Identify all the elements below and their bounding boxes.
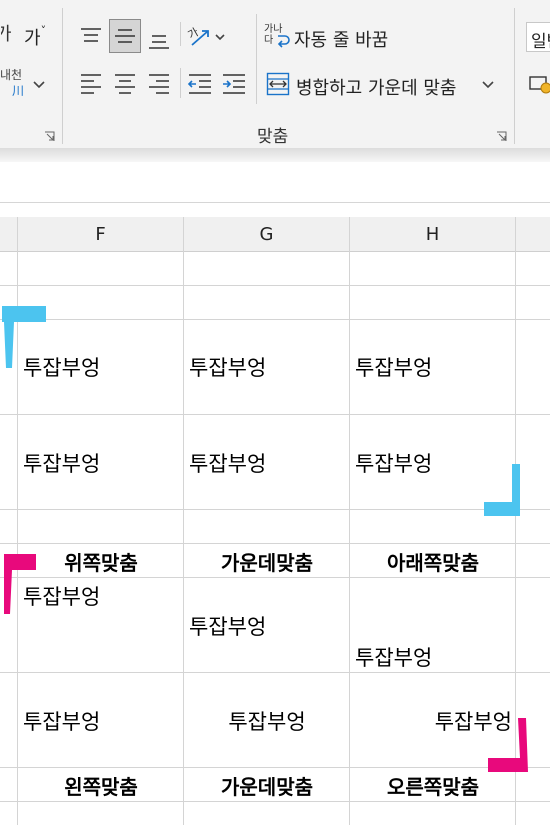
align-bottom-button[interactable] (144, 24, 174, 56)
cell-f-left-align-label[interactable]: 왼쪽맞춤 (18, 771, 184, 800)
grid-line (0, 767, 550, 768)
svg-text:가: 가 (1, 24, 12, 45)
grid-line (0, 801, 550, 802)
column-header-bar: F G H (0, 217, 550, 252)
align-middle-icon (115, 29, 135, 43)
grid-line (349, 251, 350, 825)
cell-h-bottom-aligned[interactable]: 투잡부엉 (355, 642, 432, 672)
ribbon-shadow (0, 148, 550, 162)
cell-g-middle-align-label[interactable]: 가운데맞춤 (184, 547, 350, 576)
cell-g-row2[interactable]: 투잡부엉 (189, 448, 266, 478)
formula-bar[interactable] (0, 162, 550, 203)
grid-line (0, 543, 550, 544)
cell-f-row2[interactable]: 투잡부엉 (23, 448, 100, 478)
merge-center-icon (266, 72, 290, 96)
chevron-down-icon (482, 81, 494, 89)
align-left-icon (81, 74, 101, 94)
cell-g-center-aligned[interactable]: 투잡부엉 (184, 706, 350, 736)
cell-f-left-aligned[interactable]: 투잡부엉 (23, 706, 100, 736)
grid-line (0, 672, 550, 673)
grid-line (0, 414, 550, 415)
cell-f-top-align-label[interactable]: 위쪽맞춤 (18, 547, 184, 576)
merge-center-label: 병합하고 가운데 맞춤 (296, 78, 457, 99)
cyan-corner-marker-top-left (2, 306, 46, 368)
ribbon-separator (256, 14, 257, 104)
align-bottom-icon (149, 35, 169, 49)
orientation-icon: 가 (186, 26, 225, 46)
cell-g-middle-aligned[interactable]: 투잡부엉 (189, 611, 266, 641)
grid-line (0, 509, 550, 510)
increase-indent-icon (223, 74, 245, 94)
align-top-button[interactable] (76, 20, 106, 52)
pink-corner-marker-bottom-right (488, 718, 528, 772)
pink-corner-marker-top-left (4, 554, 36, 614)
font-size-decrease-icon[interactable]: 가 (0, 22, 14, 46)
orientation-button[interactable]: 가 (186, 22, 226, 52)
phonetic-guide-button[interactable]: 내천 (0, 66, 22, 83)
phonetic-label: 내천 (0, 68, 23, 82)
number-format-value: 일반 (531, 32, 550, 52)
font-size-increase-glyph: 가 (24, 28, 41, 49)
wrap-text-button[interactable]: 가나 다 자동 줄 바꿈 (264, 22, 504, 54)
ribbon-separator (514, 8, 515, 144)
merge-center-button[interactable]: 병합하고 가운데 맞춤 (264, 70, 500, 100)
align-center-icon (115, 74, 135, 94)
decrease-indent-icon (187, 74, 211, 94)
ribbon: 가 가˅ 내천 川 가 가나 다 자동 줄 바꿈 병합하고 가운데 맞춤 맞춤 … (0, 0, 550, 148)
number-format-dropdown[interactable]: 일반 (526, 22, 550, 52)
cell-h-bottom-align-label[interactable]: 아래쪽맞춤 (350, 547, 516, 576)
column-header-f[interactable]: F (18, 217, 184, 251)
increase-indent-button[interactable] (219, 68, 249, 98)
wrap-arrow-icon (277, 35, 290, 48)
column-header-h[interactable]: H (350, 217, 516, 251)
column-header-e[interactable] (0, 217, 18, 251)
font-dialog-launcher-icon[interactable] (44, 127, 55, 141)
grid-line (183, 251, 184, 825)
align-right-icon (149, 74, 169, 94)
grid-line (0, 577, 550, 578)
cell-h-row2[interactable]: 투잡부엉 (355, 448, 432, 478)
cell-h-row1[interactable]: 투잡부엉 (355, 352, 432, 382)
cell-g-row1[interactable]: 투잡부엉 (189, 352, 266, 382)
grid-line (0, 319, 550, 320)
column-header-i[interactable] (516, 217, 550, 251)
font-size-increase-button[interactable]: 가˅ (24, 24, 46, 50)
chevron-down-icon[interactable] (32, 78, 46, 92)
align-center-button[interactable] (110, 68, 140, 98)
align-top-icon (81, 28, 101, 42)
alignment-dialog-launcher-icon[interactable] (496, 127, 507, 141)
ribbon-separator (180, 68, 181, 98)
cell-g-center-align-label[interactable]: 가운데맞춤 (184, 771, 350, 800)
wrap-text-label: 자동 줄 바꿈 (294, 30, 389, 51)
align-middle-button[interactable] (109, 19, 141, 53)
currency-format-icon[interactable] (528, 72, 550, 96)
alignment-group-label: 맞춤 (257, 127, 289, 147)
ribbon-separator (62, 8, 63, 144)
align-left-button[interactable] (76, 68, 106, 98)
cyan-corner-marker-bottom-right (484, 464, 520, 516)
caret-down-icon: ˅ (40, 24, 47, 37)
ribbon-separator (180, 22, 181, 46)
decrease-indent-button[interactable] (185, 68, 215, 98)
column-header-g[interactable]: G (184, 217, 350, 251)
grid-line (0, 285, 550, 286)
align-right-button[interactable] (144, 68, 174, 98)
phonetic-sub-label: 川 (12, 84, 25, 98)
